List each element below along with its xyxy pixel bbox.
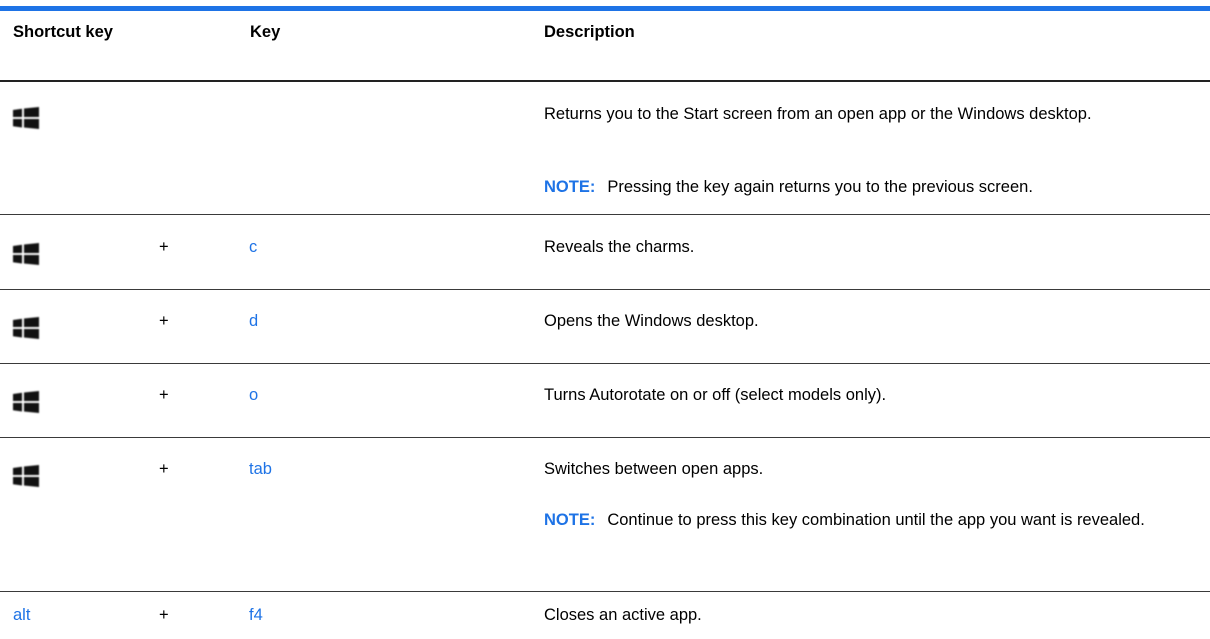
row-3-key[interactable]: d xyxy=(249,310,258,332)
note-label: NOTE: xyxy=(544,178,596,196)
row-6-description: Closes an active app. xyxy=(544,606,702,624)
header-description: Description xyxy=(544,23,635,41)
row-divider xyxy=(0,437,1210,438)
note-label: NOTE: xyxy=(544,511,596,529)
header-key: Key xyxy=(250,23,281,41)
row-3-description: Opens the Windows desktop. xyxy=(544,312,759,330)
row-6-plus: + xyxy=(159,606,169,624)
shortcut-table-page: Shortcut key Key Description Returns you… xyxy=(0,0,1210,639)
row-2-key[interactable]: c xyxy=(249,236,257,258)
header-shortcut-key: Shortcut key xyxy=(13,23,113,41)
windows-logo-icon xyxy=(13,391,39,413)
table-top-border xyxy=(0,6,1210,11)
windows-logo-icon xyxy=(13,317,39,339)
row-4-key[interactable]: o xyxy=(249,384,258,406)
row-2-plus: + xyxy=(159,238,169,256)
row-1-description: Returns you to the Start screen from an … xyxy=(544,105,1092,123)
row-3-plus: + xyxy=(159,312,169,330)
row-6-key[interactable]: f4 xyxy=(249,604,263,626)
row-5-plus: + xyxy=(159,460,169,478)
note-text: Pressing the key again returns you to th… xyxy=(607,178,1033,196)
windows-logo-icon xyxy=(13,243,39,265)
windows-logo-icon xyxy=(13,465,39,487)
windows-logo-icon xyxy=(13,107,39,129)
row-5-key[interactable]: tab xyxy=(249,458,272,480)
row-1-note: NOTE: Pressing the key again returns you … xyxy=(544,176,1194,198)
row-5-note: NOTE: Continue to press this key combinat… xyxy=(544,509,1194,531)
row-divider xyxy=(0,289,1210,290)
row-4-plus: + xyxy=(159,386,169,404)
row-2-description: Reveals the charms. xyxy=(544,238,695,256)
row-divider xyxy=(0,363,1210,364)
header-divider xyxy=(0,80,1210,82)
row-5-description: Switches between open apps. xyxy=(544,460,764,478)
row-4-description: Turns Autorotate on or off (select model… xyxy=(544,386,887,404)
note-text: Continue to press this key combination u… xyxy=(607,511,1145,529)
row-divider xyxy=(0,214,1210,215)
row-6-shortcut-key[interactable]: alt xyxy=(13,604,30,626)
row-divider xyxy=(0,591,1210,592)
